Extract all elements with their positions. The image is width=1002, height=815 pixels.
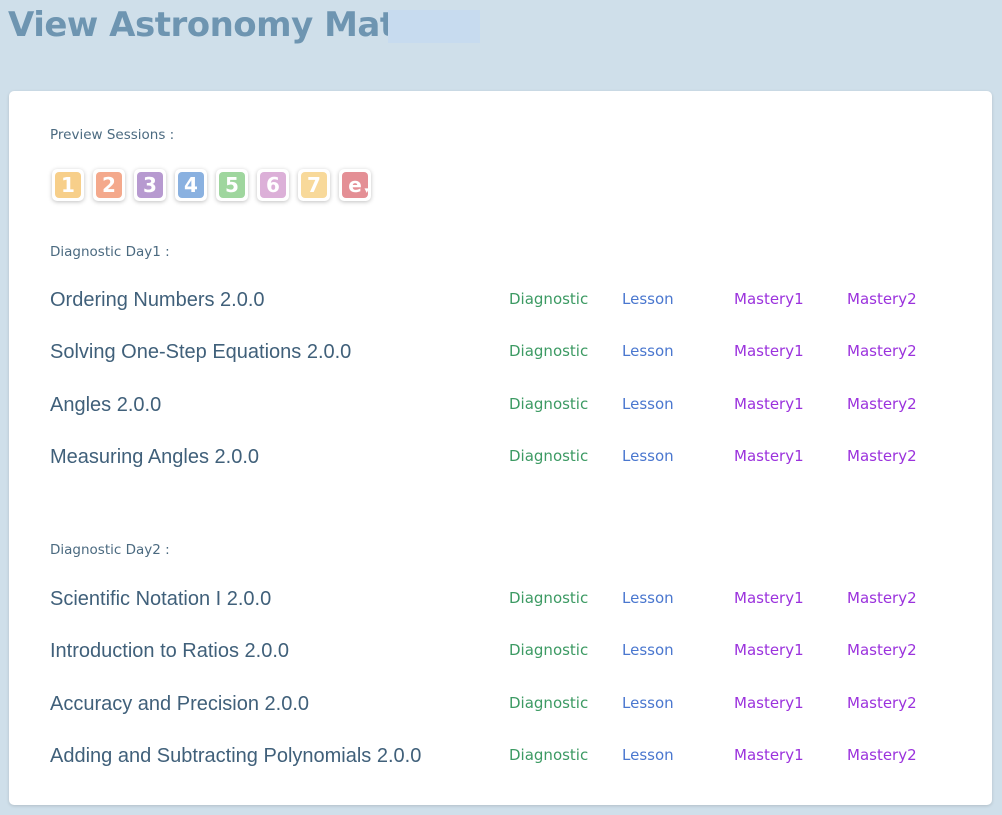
session-3-label: 3 bbox=[143, 173, 157, 197]
mastery1-link[interactable]: Mastery1 bbox=[734, 589, 804, 607]
lesson-link[interactable]: Lesson bbox=[622, 342, 674, 360]
mastery2-link[interactable]: Mastery2 bbox=[847, 641, 917, 659]
mastery2-link[interactable]: Mastery2 bbox=[847, 694, 917, 712]
session-e-dropdown-button[interactable]: e ▾ bbox=[339, 169, 371, 201]
session-5-label: 5 bbox=[225, 173, 239, 197]
preview-sessions-label: Preview Sessions : bbox=[50, 127, 175, 143]
lesson-name: Scientific Notation I 2.0.0 bbox=[50, 588, 272, 610]
lesson-row: Accuracy and Precision 2.0.0 Diagnostic … bbox=[50, 690, 950, 720]
mastery1-link[interactable]: Mastery1 bbox=[734, 746, 804, 764]
session-1-badge: 1 bbox=[55, 172, 81, 198]
session-e-label: e bbox=[348, 173, 362, 197]
session-2-label: 2 bbox=[102, 173, 116, 197]
session-e-badge: e ▾ bbox=[342, 172, 369, 198]
lesson-name: Adding and Subtracting Polynomials 2.0.0 bbox=[50, 745, 422, 767]
mastery2-link[interactable]: Mastery2 bbox=[847, 746, 917, 764]
diagnostic-link[interactable]: Diagnostic bbox=[509, 447, 588, 465]
session-4-label: 4 bbox=[184, 173, 198, 197]
session-3-badge: 3 bbox=[137, 172, 163, 198]
session-4-badge: 4 bbox=[178, 172, 204, 198]
diagnostic-link[interactable]: Diagnostic bbox=[509, 589, 588, 607]
session-3-button[interactable]: 3 bbox=[134, 169, 166, 201]
mastery1-link[interactable]: Mastery1 bbox=[734, 290, 804, 308]
diagnostic-link[interactable]: Diagnostic bbox=[509, 342, 588, 360]
lesson-link[interactable]: Lesson bbox=[622, 746, 674, 764]
dropdown-arrow-icon: ▾ bbox=[364, 186, 369, 196]
lesson-link[interactable]: Lesson bbox=[622, 447, 674, 465]
lesson-link[interactable]: Lesson bbox=[622, 395, 674, 413]
lesson-row: Measuring Angles 2.0.0 Diagnostic Lesson… bbox=[50, 443, 950, 473]
session-5-badge: 5 bbox=[219, 172, 245, 198]
lesson-link[interactable]: Lesson bbox=[622, 290, 674, 308]
day1-label: Diagnostic Day1 : bbox=[50, 244, 170, 260]
diagnostic-link[interactable]: Diagnostic bbox=[509, 641, 588, 659]
session-6-badge: 6 bbox=[260, 172, 286, 198]
lesson-row: Ordering Numbers 2.0.0 Diagnostic Lesson… bbox=[50, 286, 950, 316]
title-highlight bbox=[388, 10, 480, 43]
lesson-row: Introduction to Ratios 2.0.0 Diagnostic … bbox=[50, 637, 950, 667]
day2-label: Diagnostic Day2 : bbox=[50, 542, 170, 558]
lesson-name: Ordering Numbers 2.0.0 bbox=[50, 289, 265, 311]
session-buttons: 1 2 3 4 5 6 7 e ▾ bbox=[52, 169, 371, 201]
lesson-link[interactable]: Lesson bbox=[622, 589, 674, 607]
lesson-link[interactable]: Lesson bbox=[622, 694, 674, 712]
lesson-name: Accuracy and Precision 2.0.0 bbox=[50, 693, 310, 715]
diagnostic-link[interactable]: Diagnostic bbox=[509, 290, 588, 308]
session-6-label: 6 bbox=[266, 173, 280, 197]
mastery2-link[interactable]: Mastery2 bbox=[847, 589, 917, 607]
lesson-row: Solving One-Step Equations 2.0.0 Diagnos… bbox=[50, 338, 950, 368]
session-7-label: 7 bbox=[307, 173, 321, 197]
lesson-name: Measuring Angles 2.0.0 bbox=[50, 446, 260, 468]
lesson-link[interactable]: Lesson bbox=[622, 641, 674, 659]
session-1-label: 1 bbox=[61, 173, 75, 197]
diagnostic-link[interactable]: Diagnostic bbox=[509, 694, 588, 712]
lesson-name: Solving One-Step Equations 2.0.0 bbox=[50, 341, 352, 363]
mastery1-link[interactable]: Mastery1 bbox=[734, 395, 804, 413]
mastery2-link[interactable]: Mastery2 bbox=[847, 395, 917, 413]
mastery1-link[interactable]: Mastery1 bbox=[734, 641, 804, 659]
mastery2-link[interactable]: Mastery2 bbox=[847, 342, 917, 360]
session-2-button[interactable]: 2 bbox=[93, 169, 125, 201]
mastery2-link[interactable]: Mastery2 bbox=[847, 447, 917, 465]
session-2-badge: 2 bbox=[96, 172, 122, 198]
lesson-row: Scientific Notation I 2.0.0 Diagnostic L… bbox=[50, 585, 950, 615]
session-4-button[interactable]: 4 bbox=[175, 169, 207, 201]
lesson-name: Introduction to Ratios 2.0.0 bbox=[50, 640, 290, 662]
session-7-button[interactable]: 7 bbox=[298, 169, 330, 201]
page-title: View Astronomy Math bbox=[8, 5, 420, 45]
session-7-badge: 7 bbox=[301, 172, 327, 198]
session-6-button[interactable]: 6 bbox=[257, 169, 289, 201]
mastery1-link[interactable]: Mastery1 bbox=[734, 342, 804, 360]
mastery1-link[interactable]: Mastery1 bbox=[734, 447, 804, 465]
lesson-name: Angles 2.0.0 bbox=[50, 394, 162, 416]
session-5-button[interactable]: 5 bbox=[216, 169, 248, 201]
lesson-row: Angles 2.0.0 Diagnostic Lesson Mastery1 … bbox=[50, 391, 950, 421]
content-card: Preview Sessions : 1 2 3 4 5 6 7 e ▾ Diag… bbox=[9, 91, 992, 805]
mastery2-link[interactable]: Mastery2 bbox=[847, 290, 917, 308]
diagnostic-link[interactable]: Diagnostic bbox=[509, 395, 588, 413]
mastery1-link[interactable]: Mastery1 bbox=[734, 694, 804, 712]
lesson-row: Adding and Subtracting Polynomials 2.0.0… bbox=[50, 742, 950, 772]
diagnostic-link[interactable]: Diagnostic bbox=[509, 746, 588, 764]
session-1-button[interactable]: 1 bbox=[52, 169, 84, 201]
